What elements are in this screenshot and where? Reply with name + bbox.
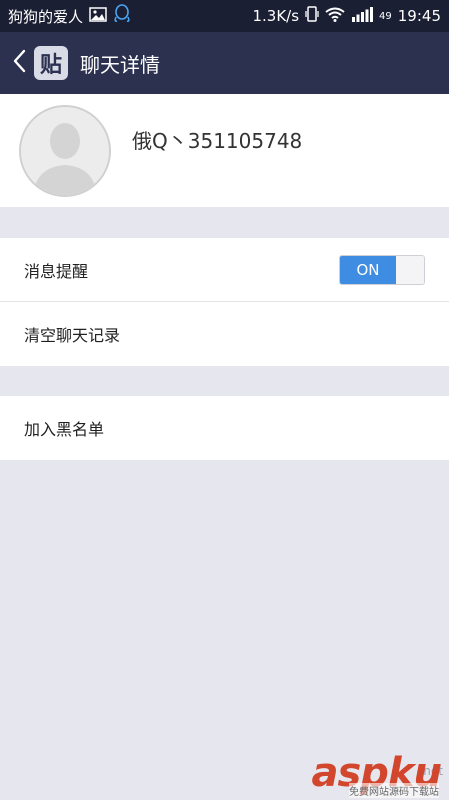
app-logo-text: 贴 <box>39 53 62 78</box>
message-alert-toggle[interactable]: ON <box>339 254 425 285</box>
message-alert-row: 消息提醒 ON <box>0 238 449 302</box>
blacklist-label: 加入黑名单 <box>24 420 105 439</box>
page-title: 聊天详情 <box>80 52 160 77</box>
watermark: .net aspku 免费网站源码下载站 <box>269 750 449 800</box>
clear-history-label: 清空聊天记录 <box>24 326 121 345</box>
blacklist-row[interactable]: 加入黑名单 <box>0 396 449 460</box>
vibrate-icon <box>305 6 319 26</box>
carrier-label: 狗狗的爱人 <box>8 7 84 26</box>
network-speed: 1.3K/s <box>252 7 300 25</box>
app-logo: 贴 <box>34 46 68 80</box>
back-button[interactable] <box>6 32 32 94</box>
message-alert-label: 消息提醒 <box>24 261 89 281</box>
settings-group-block: 加入黑名单 <box>0 396 449 460</box>
toggle-on-label: ON <box>340 255 396 284</box>
watermark-subtitle: 免费网站源码下载站 <box>349 783 439 798</box>
header-bar: 贴 聊天详情 <box>0 32 449 94</box>
clear-history-row[interactable]: 清空聊天记录 <box>0 302 449 366</box>
image-icon <box>89 6 107 26</box>
profile-name: 俄Q丶351105748 <box>132 129 303 153</box>
default-avatar-icon <box>21 106 109 195</box>
wifi-icon <box>325 7 345 26</box>
status-bar: 狗狗的爱人 1.3K/s 49 19:45 <box>0 0 449 32</box>
qq-icon <box>113 4 131 28</box>
watermark-net: .net <box>419 764 443 778</box>
settings-group-chat: 消息提醒 ON 清空聊天记录 <box>0 238 449 366</box>
back-arrow-icon <box>12 49 26 77</box>
avatar[interactable] <box>19 104 111 197</box>
signal-icon <box>351 6 374 26</box>
clock: 19:45 <box>397 7 441 25</box>
toggle-thumb <box>396 255 424 284</box>
profile-card[interactable]: 俄Q丶351105748 <box>0 94 449 207</box>
signal-number: 49 <box>379 10 392 22</box>
watermark-brand: aspku <box>311 750 442 796</box>
